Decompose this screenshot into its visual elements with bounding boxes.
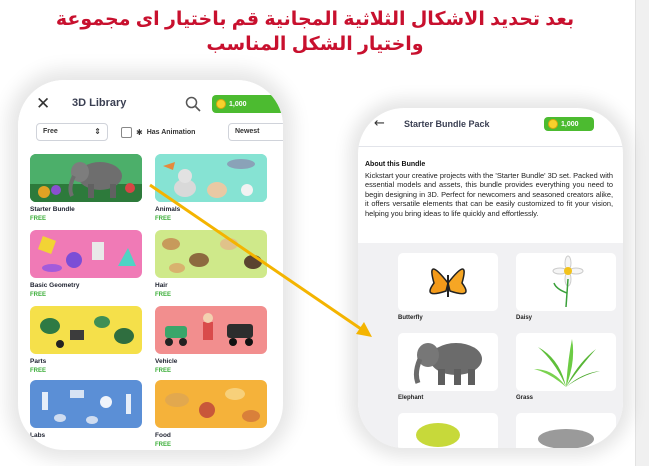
- card-name: Parts: [30, 358, 47, 365]
- about-bundle-description: Kickstart your creative projects with th…: [365, 171, 613, 218]
- bundle-card-starter[interactable]: Starter Bundle FREE: [30, 154, 142, 222]
- bundle-detail-title: Starter Bundle Pack: [404, 119, 490, 129]
- asset-card-daisy[interactable]: Daisy: [516, 253, 616, 321]
- bundle-card-labs[interactable]: Labs: [30, 380, 142, 439]
- sort-select[interactable]: Newest: [228, 123, 283, 141]
- card-name: Food: [155, 432, 171, 439]
- bundle-card-food[interactable]: Food FREE: [155, 380, 267, 448]
- header-divider: [358, 146, 623, 147]
- price-filter-select[interactable]: Free ⇕: [36, 123, 108, 141]
- back-arrow-icon[interactable]: ←: [374, 116, 385, 131]
- coin-balance: 1,000: [561, 120, 579, 128]
- running-figure-icon: ✱: [136, 127, 143, 137]
- card-name: Vehicle: [155, 358, 178, 365]
- coin-icon: [216, 99, 226, 109]
- close-icon[interactable]: ✕: [36, 94, 50, 114]
- card-name: Animals: [155, 206, 181, 213]
- asset-name: Elephant: [398, 395, 424, 401]
- price-filter-value: Free: [43, 128, 58, 135]
- asset-card-elephant[interactable]: Elephant: [398, 333, 498, 401]
- bundle-detail-phone-screen: ← Starter Bundle Pack 1,000 About this B…: [358, 108, 623, 448]
- bundle-card-vehicle[interactable]: Vehicle FREE: [155, 306, 267, 374]
- search-icon[interactable]: [184, 95, 202, 113]
- card-price: FREE: [155, 442, 172, 448]
- asset-thumbnail: [516, 413, 616, 448]
- card-price: FREE: [155, 292, 172, 298]
- bundle-card-parts[interactable]: Parts FREE: [30, 306, 142, 374]
- asset-card-next-row-right[interactable]: [516, 413, 616, 448]
- library-phone-screen: ✕ 3D Library 1,000 Free ⇕ ✱ Has Animatio…: [18, 80, 283, 450]
- basic-geometry-thumbnail: [30, 230, 142, 278]
- card-name: Basic Geometry: [30, 282, 80, 289]
- animals-thumbnail: [155, 154, 267, 202]
- card-name: Hair: [155, 282, 168, 289]
- butterfly-thumbnail: [398, 253, 498, 311]
- card-name: Starter Bundle: [30, 206, 75, 213]
- asset-card-butterfly[interactable]: Butterfly: [398, 253, 498, 321]
- food-thumbnail: [155, 380, 267, 428]
- starter-bundle-thumbnail: [30, 154, 142, 202]
- bundle-card-hair[interactable]: Hair FREE: [155, 230, 267, 298]
- vehicle-thumbnail: [155, 306, 267, 354]
- card-price: FREE: [30, 368, 47, 374]
- about-bundle-heading: About this Bundle: [365, 161, 426, 168]
- elephant-thumbnail: [398, 333, 498, 391]
- library-title: 3D Library: [72, 97, 127, 109]
- has-animation-filter[interactable]: ✱ Has Animation: [121, 124, 221, 140]
- grass-thumbnail: [516, 333, 616, 391]
- instruction-heading-line-2: واختيار الشكل المناسب: [206, 34, 424, 55]
- coin-balance: 1,000: [229, 100, 247, 108]
- bundle-asset-grid: Butterfly Daisy Elephant Grass: [358, 243, 623, 448]
- asset-card-next-row-left[interactable]: [398, 413, 498, 448]
- card-price: FREE: [30, 292, 47, 298]
- bundle-card-basic-geometry[interactable]: Basic Geometry FREE: [30, 230, 142, 298]
- card-price: FREE: [30, 216, 47, 222]
- labs-thumbnail: [30, 380, 142, 428]
- asset-card-grass[interactable]: Grass: [516, 333, 616, 401]
- asset-name: Butterfly: [398, 315, 423, 321]
- select-arrows-icon: ⇕: [94, 127, 101, 136]
- hair-thumbnail: [155, 230, 267, 278]
- checkbox[interactable]: [121, 126, 132, 138]
- coin-balance-badge[interactable]: 1,000: [544, 117, 594, 131]
- asset-name: Daisy: [516, 315, 533, 321]
- card-name: Labs: [30, 432, 46, 439]
- coin-balance-badge[interactable]: 1,000: [212, 95, 283, 113]
- instruction-heading-line-1: بعد تحديد الاشكال الثلاثية المجانية قم ب…: [55, 9, 575, 30]
- asset-thumbnail: [398, 413, 498, 448]
- card-price: FREE: [155, 216, 172, 222]
- parts-thumbnail: [30, 306, 142, 354]
- library-filter-bar: Free ⇕ ✱ Has Animation Newest: [18, 121, 283, 145]
- coin-icon: [548, 119, 558, 129]
- sort-value: Newest: [235, 128, 260, 135]
- has-animation-label: Has Animation: [146, 128, 196, 136]
- page-scrollbar[interactable]: [635, 0, 649, 466]
- bundle-card-animals[interactable]: Animals FREE: [155, 154, 267, 222]
- asset-name: Grass: [516, 395, 534, 401]
- card-price: FREE: [155, 368, 172, 374]
- daisy-thumbnail: [516, 253, 616, 311]
